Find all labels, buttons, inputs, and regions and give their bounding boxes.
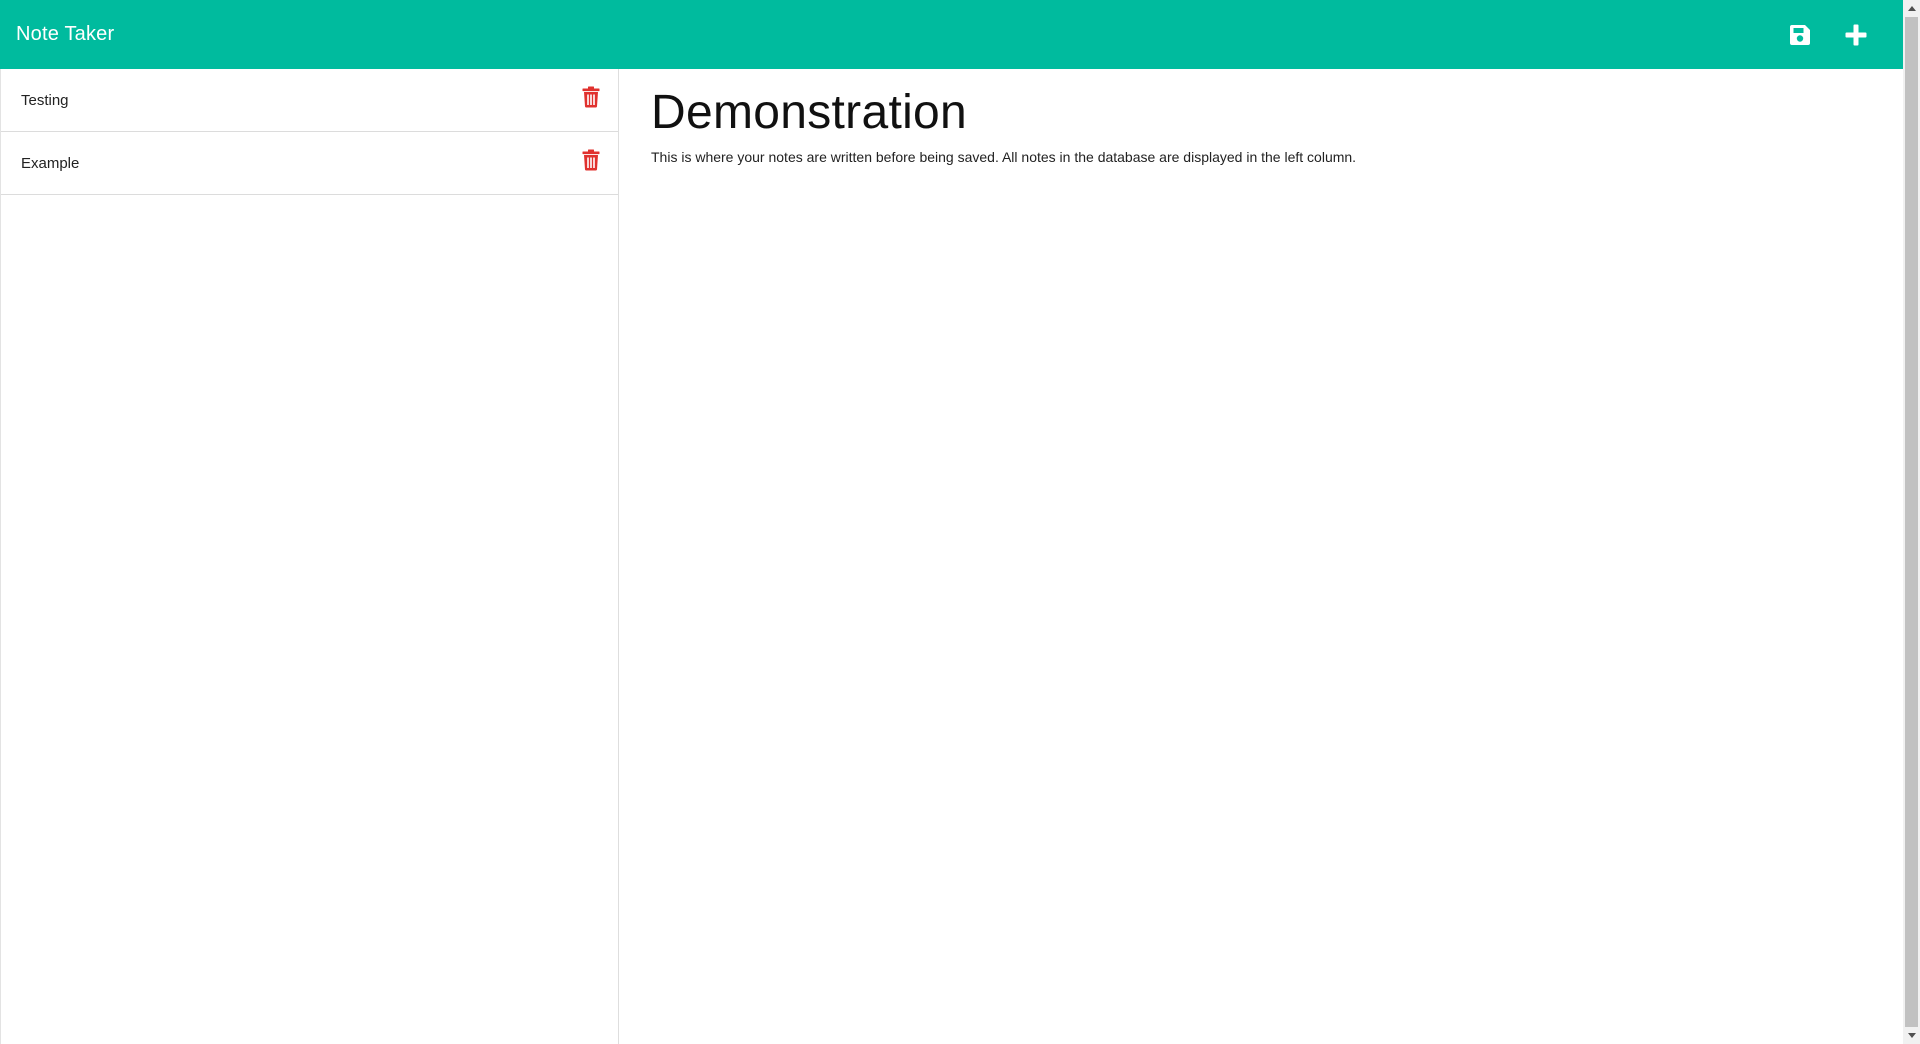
scrollbar-thumb[interactable] [1905,17,1918,1027]
note-title-input[interactable]: Demonstration [651,84,1903,142]
scroll-up-arrow[interactable] [1903,0,1920,17]
nav-actions [1787,22,1887,48]
scroll-down-arrow[interactable] [1903,1027,1920,1044]
note-editor: Demonstration This is where your notes a… [651,69,1903,1044]
save-icon [1790,24,1810,45]
app-title: Note Taker [16,23,115,45]
note-text-area[interactable]: This is where your notes are written bef… [651,148,1903,168]
note-title: Example [21,154,80,172]
note-list-item[interactable]: Testing [1,69,618,132]
vertical-scrollbar[interactable] [1903,0,1920,1044]
triangle-up-icon [1907,6,1916,11]
notes-sidebar: Testing Example [0,69,619,1044]
navbar: Note Taker [0,0,1903,69]
trash-icon[interactable] [582,149,600,171]
note-title: Testing [21,91,69,109]
plus-icon [1845,24,1867,45]
trash-icon[interactable] [582,86,600,108]
app-window: Note Taker Testing Example Demonstration… [0,0,1903,1044]
triangle-down-icon [1907,1033,1916,1038]
new-note-button[interactable] [1843,22,1869,48]
save-note-button[interactable] [1787,22,1813,48]
note-list-item[interactable]: Example [1,132,618,195]
